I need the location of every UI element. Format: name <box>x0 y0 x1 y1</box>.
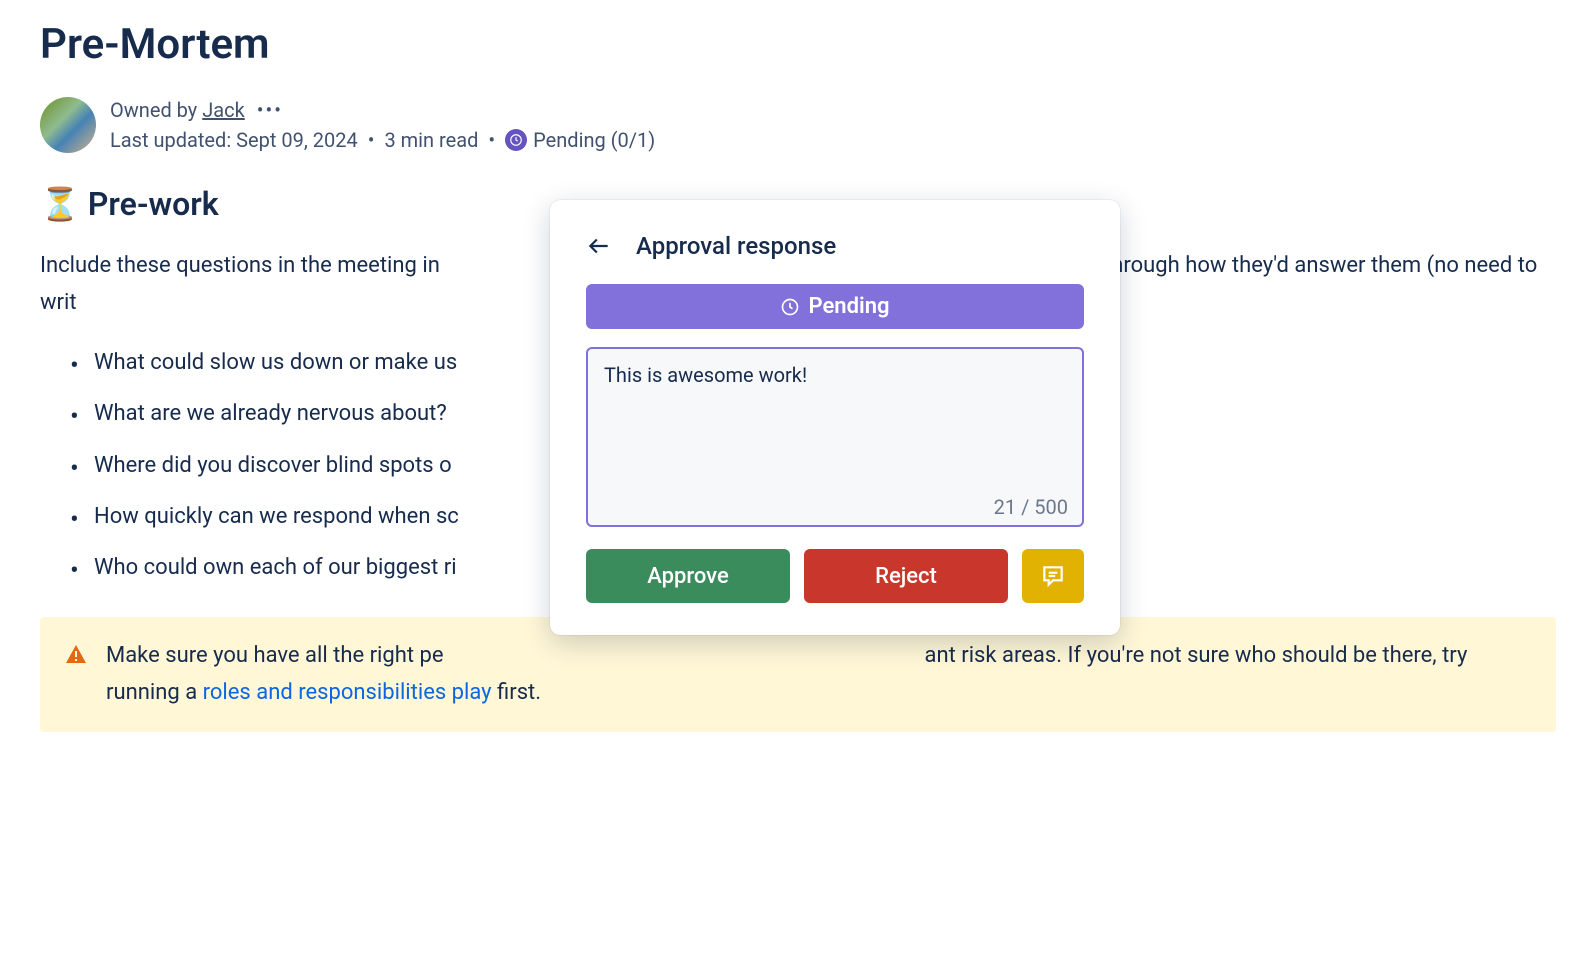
comment-icon <box>1040 563 1066 589</box>
approve-button[interactable]: Approve <box>586 549 790 603</box>
last-updated-prefix: Last updated: <box>110 128 236 152</box>
last-updated-date: Sept 09, 2024 <box>236 128 358 152</box>
hourglass-icon: ⏳ <box>40 185 80 223</box>
heading-text: Pre-work <box>88 185 219 223</box>
approval-response-modal: Approval response Pending 21 / 500 Appro… <box>550 200 1120 635</box>
banner-label: Pending <box>808 294 889 319</box>
clock-icon <box>780 297 800 317</box>
modal-header: Approval response <box>586 232 1084 260</box>
comment-button[interactable] <box>1022 549 1084 603</box>
clock-icon <box>505 129 527 151</box>
back-arrow-icon[interactable] <box>586 233 612 259</box>
read-time: 3 min read <box>384 128 478 152</box>
pending-banner: Pending <box>586 284 1084 329</box>
warning-text: Make sure you have all the right pe ant … <box>106 637 1532 712</box>
reject-button[interactable]: Reject <box>804 549 1008 603</box>
response-textarea-wrapper: 21 / 500 <box>586 347 1084 531</box>
modal-title: Approval response <box>636 232 836 260</box>
meta-separator: • <box>488 128 495 152</box>
roles-responsibilities-link[interactable]: roles and responsibilities play <box>203 680 492 705</box>
more-actions-icon[interactable]: ••• <box>257 98 283 122</box>
owner-avatar[interactable] <box>40 97 96 153</box>
button-row: Approve Reject <box>586 549 1084 603</box>
owner-prefix: Owned by <box>110 98 202 122</box>
status-label: Pending (0/1) <box>533 128 655 152</box>
document-meta: Owned by Jack ••• Last updated: Sept 09,… <box>40 97 1556 153</box>
meta-info-line: Last updated: Sept 09, 2024 • 3 min read… <box>110 128 655 152</box>
owner-name-link[interactable]: Jack <box>202 98 245 122</box>
approval-status-badge[interactable]: Pending (0/1) <box>505 128 655 152</box>
char-counter: 21 / 500 <box>994 495 1068 519</box>
warning-icon <box>64 639 88 712</box>
page-title: Pre-Mortem <box>40 20 1556 69</box>
owner-line: Owned by Jack ••• <box>110 98 655 122</box>
meta-separator: • <box>368 128 375 152</box>
